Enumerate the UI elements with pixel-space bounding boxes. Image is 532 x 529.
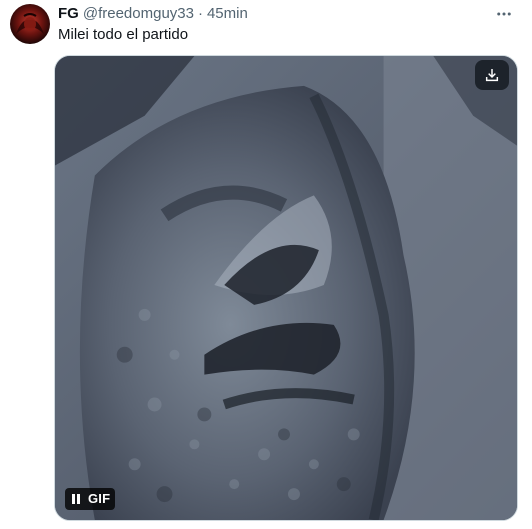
separator-dot: · xyxy=(197,5,203,22)
tweet-text: Milei todo el partido xyxy=(58,26,189,43)
author-name[interactable]: FG xyxy=(58,4,79,24)
more-horizontal-icon xyxy=(497,12,511,16)
pause-icon[interactable] xyxy=(69,493,83,505)
timestamp[interactable]: 45min xyxy=(207,4,248,24)
download-button[interactable] xyxy=(475,60,509,90)
tweet-header: FG @freedomguy33 · 45min xyxy=(58,4,248,24)
author-handle[interactable]: @freedomguy33 xyxy=(83,4,194,24)
gif-badge: GIF xyxy=(88,491,111,506)
gif-media[interactable]: GIF xyxy=(54,55,518,521)
more-options-button[interactable] xyxy=(494,6,514,22)
avatar[interactable] xyxy=(10,4,50,44)
download-icon xyxy=(485,69,499,82)
tweet[interactable]: FG @freedomguy33 · 45min Milei todo el p… xyxy=(0,0,532,529)
gif-playback-control[interactable]: GIF xyxy=(65,488,116,510)
gif-image xyxy=(55,56,517,520)
